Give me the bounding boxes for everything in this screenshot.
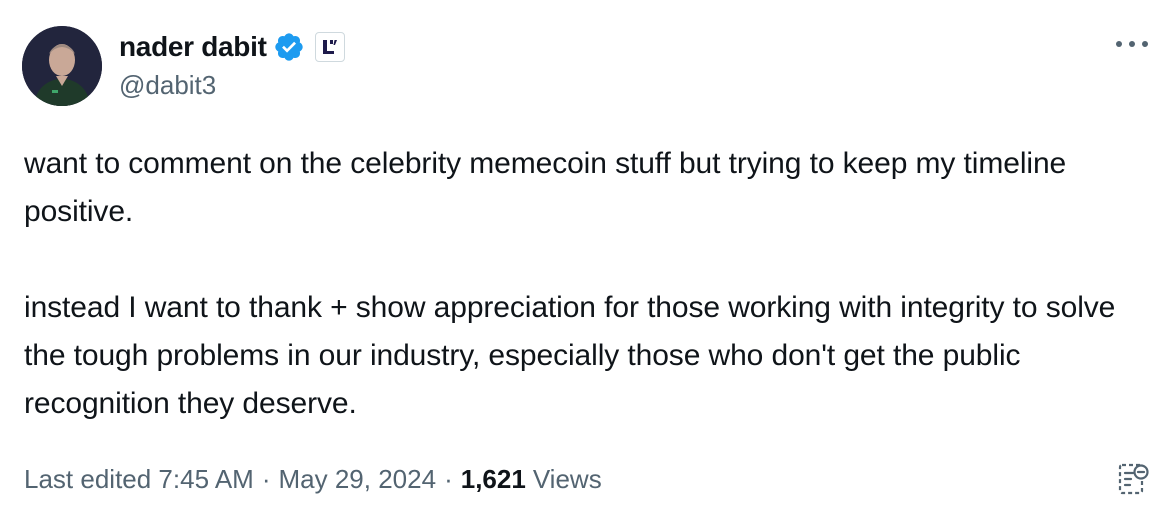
- author-handle[interactable]: @dabit3: [119, 70, 216, 101]
- tweet-card: nader dabit @dabit3 want to comment on t…: [0, 0, 1174, 520]
- more-options-icon: [1116, 41, 1148, 47]
- meta-separator: ·: [261, 463, 271, 494]
- affiliate-badge-icon[interactable]: [314, 32, 345, 62]
- tweet-meta: Last edited 7:45 AM · May 29, 2024 · 1,6…: [24, 460, 602, 498]
- avatar[interactable]: [22, 26, 102, 106]
- views-count: 1,621: [460, 463, 526, 494]
- tweet-paragraph: instead I want to thank + show appreciat…: [24, 291, 1116, 420]
- meta-separator: ·: [444, 463, 453, 494]
- tweet-date[interactable]: May 29, 2024: [279, 464, 437, 495]
- tweet-text: want to comment on the celebrity memecoi…: [24, 140, 1154, 428]
- tweet-paragraph: want to comment on the celebrity memecoi…: [24, 147, 1067, 228]
- author-name-row: nader dabit: [119, 30, 345, 64]
- views-label: Views: [532, 463, 602, 494]
- verified-badge-icon[interactable]: [273, 31, 305, 63]
- display-name[interactable]: nader dabit: [119, 31, 267, 63]
- avatar-photo: [22, 26, 102, 106]
- edited-timestamp[interactable]: Last edited 7:45 AM: [24, 464, 254, 495]
- edit-history-icon[interactable]: [1114, 460, 1152, 498]
- more-options-button[interactable]: [1112, 32, 1152, 56]
